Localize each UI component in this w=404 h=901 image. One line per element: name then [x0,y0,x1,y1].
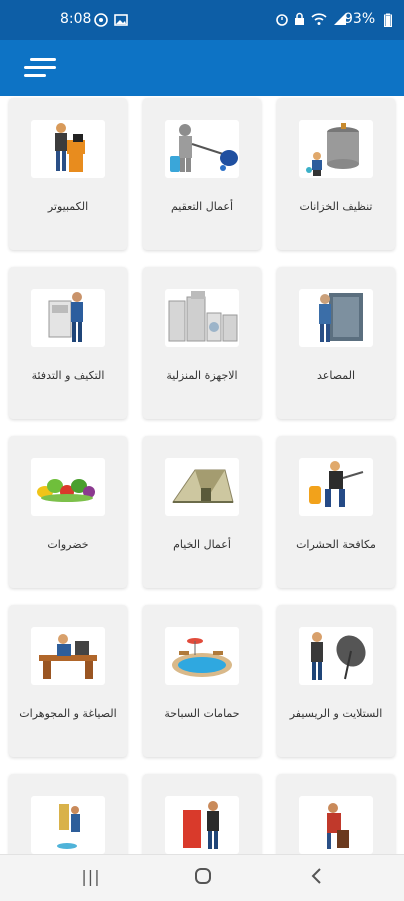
service-image [31,627,105,685]
service-card-satellite[interactable]: الستلايت و الريسيفر [277,605,395,757]
service-card-row5-left[interactable] [9,774,127,854]
satellite-illustration [311,632,366,680]
recents-icon: ||| [81,867,101,886]
service-label: أعمال التعقيم [170,200,234,213]
service-card-tank-cleaning[interactable]: تنظيف الخزانات [277,98,395,250]
service-label: مكافحة الحشرات [296,538,376,551]
service-label: الستلايت و الريسيفر [289,707,383,720]
service-image [299,120,373,178]
service-image [165,458,239,516]
alarm-icon [276,14,288,26]
service-card-computer[interactable]: الكمبيوتر [9,98,127,250]
service-image [31,289,105,347]
vegetables-illustration [37,479,95,502]
system-nav-bar: ||| [0,854,404,901]
service-label: التكيف و التدفئة [31,369,105,382]
home-appliances-illustration [168,291,238,342]
home-icon [195,868,211,884]
wifi-icon [311,13,327,25]
service-label: خضروات [47,538,89,551]
recents-button[interactable]: ||| [76,867,106,889]
status-bar: 8:08 93% [0,0,404,40]
service-card-tents[interactable]: أعمال الخيام [143,436,261,588]
tank-cleaning-illustration [306,123,359,176]
services-grid: تنظيف الخزانات أعمال التعقيم الكمبيوتر ا… [0,96,404,854]
service-card-sterilization[interactable]: أعمال التعقيم [143,98,261,250]
jewelry-illustration [39,634,97,679]
status-time: 8:08 [60,11,92,27]
service-image [165,627,239,685]
service-image [31,120,105,178]
service-card-swimming-pools[interactable]: حمامات السباحة [143,605,261,757]
ac-heating-illustration [48,292,83,342]
service-card-vegetables[interactable]: خضروات [9,436,127,588]
back-button[interactable] [302,867,332,889]
menu-button[interactable] [20,56,58,82]
service-card-elevators[interactable]: المصاعد [277,267,395,419]
back-icon [311,868,321,884]
elevators-illustration [319,293,363,342]
service-label: الصياغة و المجوهرات [19,707,117,720]
service-image [299,458,373,516]
worker-illustration [57,804,80,849]
service-image [165,289,239,347]
app-bar [0,40,404,96]
sterilization-illustration [170,124,238,172]
service-label: الاجهزة المنزلية [166,369,238,382]
swimming-pools-illustration [172,638,232,677]
service-card-home-appliances[interactable]: الاجهزة المنزلية [143,267,261,419]
service-card-row5-middle[interactable] [143,774,261,854]
battery-percentage: 93% [344,11,376,27]
pest-control-illustration [309,461,364,507]
service-card-pest-control[interactable]: مكافحة الحشرات [277,436,395,588]
service-image [165,796,239,854]
service-label: تنظيف الخزانات [299,200,373,213]
worker-illustration [327,803,349,849]
service-label: الكمبيوتر [47,200,89,213]
service-card-ac-heating[interactable]: التكيف و التدفئة [9,267,127,419]
computer-illustration [55,123,85,172]
service-label: أعمال الخيام [173,538,231,551]
home-button[interactable] [188,867,218,889]
service-image [299,796,373,854]
service-image [31,458,105,516]
lock-icon [295,12,304,25]
battery-icon [384,13,392,27]
service-label: حمامات السباحة [164,707,240,720]
service-image [299,289,373,347]
service-label: المصاعد [317,369,355,382]
service-card-row5-right[interactable] [277,774,395,854]
image-icon [114,14,128,26]
worker-illustration [183,801,219,849]
service-image [165,120,239,178]
tents-illustration [172,469,234,503]
service-card-jewelry[interactable]: الصياغة و المجوهرات [9,605,127,757]
whatsapp-icon [94,13,108,27]
service-image [31,796,105,854]
service-image [299,627,373,685]
